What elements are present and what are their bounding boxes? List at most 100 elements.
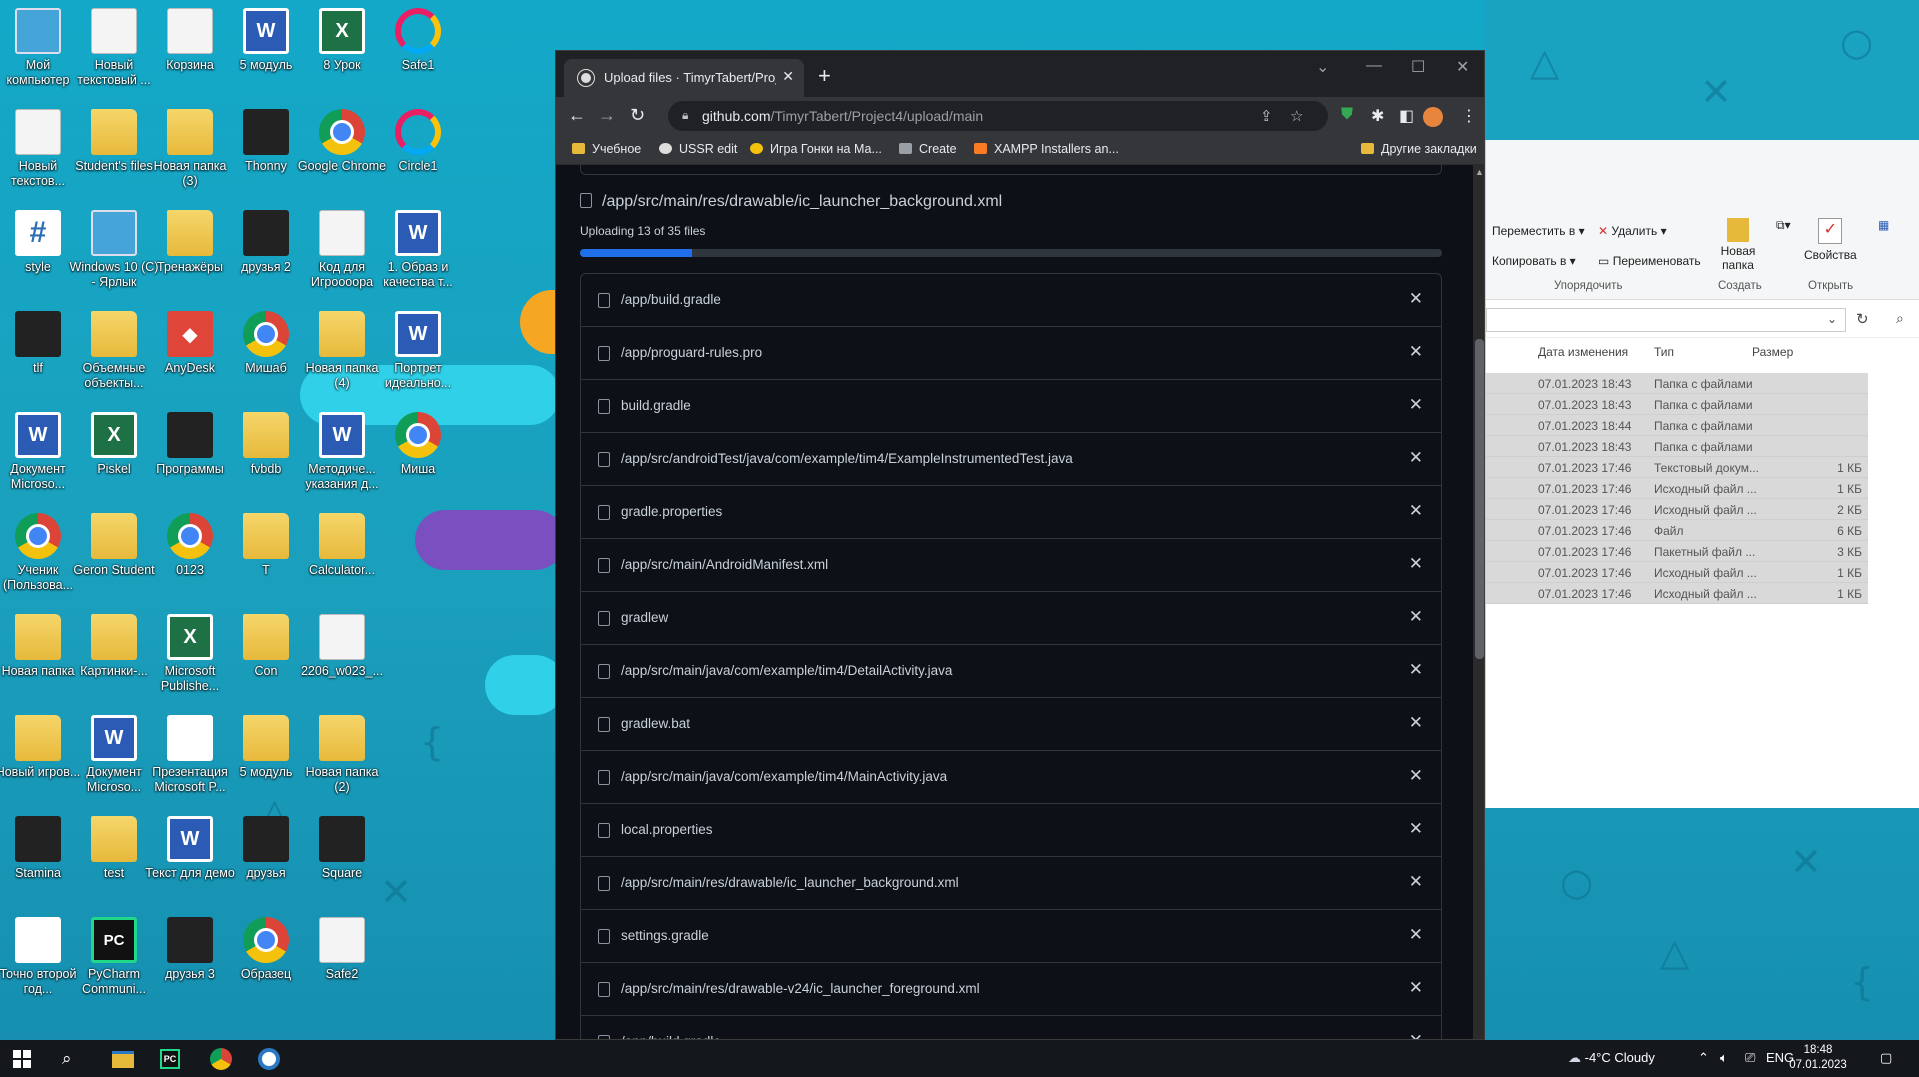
explorer-file-row[interactable]: 07.01.2023 18:43 Папка с файлами: [1486, 436, 1868, 457]
scrollbar-thumb[interactable]: [1475, 339, 1484, 659]
address-bar[interactable]: 🔒︎ github.com/TimyrTabert/Project4/uploa…: [668, 101, 1328, 131]
open-icon[interactable]: ▦: [1878, 218, 1889, 232]
remove-file-icon[interactable]: ✕: [1409, 554, 1423, 574]
explorer-file-row[interactable]: 07.01.2023 17:46 Текстовый докум... 1 КБ: [1486, 457, 1868, 478]
explorer-file-row[interactable]: 07.01.2023 18:43 Папка с файлами: [1486, 373, 1868, 394]
explorer-file-row[interactable]: 07.01.2023 17:46 Пакетный файл ... 3 КБ: [1486, 541, 1868, 562]
remove-file-icon[interactable]: ✕: [1409, 448, 1423, 468]
forward-button[interactable]: →: [598, 105, 616, 126]
remove-file-icon[interactable]: ✕: [1409, 766, 1423, 786]
remove-file-icon[interactable]: ✕: [1409, 819, 1423, 839]
minimize-button[interactable]: —: [1366, 57, 1382, 75]
desktop-icon[interactable]: Circle1: [372, 103, 464, 203]
remove-file-icon[interactable]: ✕: [1409, 342, 1423, 362]
remove-file-icon[interactable]: ✕: [1409, 978, 1423, 998]
explorer-file-row[interactable]: 07.01.2023 17:46 Исходный файл ... 2 КБ: [1486, 499, 1868, 520]
explorer-file-row[interactable]: 07.01.2023 17:46 Файл 6 КБ: [1486, 520, 1868, 541]
explorer-cell-type: Исходный файл ...: [1654, 503, 1757, 517]
scroll-up-arrow[interactable]: ▲: [1475, 167, 1484, 177]
desktop-icon[interactable]: Square: [296, 810, 388, 910]
pycharm-taskbar-icon[interactable]: PC: [160, 1047, 180, 1071]
properties-button[interactable]: ✓ Свойства: [1804, 218, 1857, 262]
column-header-date[interactable]: Дата изменения: [1538, 345, 1628, 359]
bookmark-ussr-edit[interactable]: USSR edit: [659, 142, 737, 156]
copy-to-button[interactable]: Копировать в ▾: [1492, 254, 1576, 268]
remove-file-icon[interactable]: ✕: [1409, 289, 1423, 309]
volume-icon[interactable]: 🔈︎: [1720, 1050, 1728, 1066]
desktop-icon[interactable]: Новая папка (2): [296, 709, 388, 809]
notifications-icon[interactable]: ▢: [1880, 1050, 1892, 1066]
remove-file-icon[interactable]: ✕: [1409, 872, 1423, 892]
search-icon[interactable]: ⌕: [62, 1047, 72, 1071]
desktop-icon[interactable]: 2206_w023_...: [296, 608, 388, 708]
desktop-icon-label: Safe1: [401, 58, 435, 72]
delete-button[interactable]: ✕ Удалить ▾: [1598, 224, 1667, 238]
desktop-icon[interactable]: Safe1: [372, 2, 464, 102]
new-folder-button[interactable]: Новая папка: [1718, 218, 1758, 272]
page-scrollbar[interactable]: ▲: [1473, 165, 1484, 1039]
show-hidden-icons[interactable]: ⌃: [1698, 1050, 1709, 1066]
search-icon[interactable]: ⌕: [1896, 310, 1904, 327]
remove-file-icon[interactable]: ✕: [1409, 607, 1423, 627]
shield-extension-icon[interactable]: ⛊: [1341, 106, 1353, 124]
extensions-icon[interactable]: ✱: [1371, 106, 1384, 126]
tab-upload-files[interactable]: Upload files · TimyrTabert/Project4 ✕: [564, 59, 804, 97]
weather-widget[interactable]: ☁ -4°C Cloudy: [1568, 1050, 1655, 1066]
explorer-file-row[interactable]: 07.01.2023 18:44 Папка с файлами: [1486, 415, 1868, 436]
move-to-button[interactable]: Переместить в ▾: [1492, 224, 1585, 238]
desktop-icon[interactable]: Миша: [372, 406, 464, 506]
remove-file-icon[interactable]: ✕: [1409, 395, 1423, 415]
tab-search-icon[interactable]: ⌄: [1316, 57, 1329, 77]
file-icon: [598, 770, 610, 785]
menu-icon[interactable]: ⋮: [1461, 106, 1477, 126]
chrome-taskbar-icon[interactable]: [210, 1047, 232, 1071]
browser-window[interactable]: Upload files · TimyrTabert/Project4 ✕ + …: [555, 50, 1485, 1040]
bookmark-uchebnoe[interactable]: Учебное: [572, 142, 641, 156]
start-button[interactable]: [13, 1047, 31, 1071]
app-taskbar-icon[interactable]: [258, 1047, 280, 1071]
new-item-icon[interactable]: ⧉▾: [1776, 218, 1791, 233]
lock-icon[interactable]: 🔒︎: [682, 108, 688, 123]
bookmark-create[interactable]: Create: [899, 142, 957, 156]
network-icon[interactable]: ⎚: [1745, 1050, 1755, 1066]
upload-status-text: Uploading 13 of 35 files: [580, 224, 706, 238]
chevron-down-icon[interactable]: ⌄: [1827, 312, 1837, 326]
close-tab-icon[interactable]: ✕: [782, 68, 794, 85]
bookmark-race-game[interactable]: Игра Гонки на Ма...: [750, 142, 882, 156]
desktop-icon-label: Новая папка (2): [305, 765, 379, 794]
desktop-icon[interactable]: Safe2: [296, 911, 388, 1011]
desktop-icon-image: [91, 8, 137, 54]
share-icon[interactable]: ⇪: [1260, 107, 1273, 125]
bookmark-xampp[interactable]: XAMPP Installers an...: [974, 142, 1119, 156]
desktop-icon[interactable]: W Портрет идеально...: [372, 305, 464, 405]
maximize-button[interactable]: ☐: [1411, 57, 1425, 77]
explorer-path-field[interactable]: ⌄: [1486, 308, 1846, 332]
remove-file-icon[interactable]: ✕: [1409, 501, 1423, 521]
refresh-icon[interactable]: ↻: [1856, 310, 1869, 328]
remove-file-icon[interactable]: ✕: [1409, 713, 1423, 733]
column-header-type[interactable]: Тип: [1654, 345, 1674, 359]
clock[interactable]: 18:48 07.01.2023: [1788, 1043, 1848, 1073]
profile-avatar[interactable]: [1423, 107, 1443, 127]
bookmark-star-icon[interactable]: ☆: [1290, 107, 1303, 125]
explorer-file-row[interactable]: 07.01.2023 17:46 Исходный файл ... 1 КБ: [1486, 583, 1868, 604]
remove-file-icon[interactable]: ✕: [1409, 660, 1423, 680]
desktop-icon[interactable]: W 1. Образ и качества т...: [372, 204, 464, 304]
explorer-file-row[interactable]: 07.01.2023 18:43 Папка с файлами: [1486, 394, 1868, 415]
new-tab-button[interactable]: +: [818, 63, 831, 89]
close-window-button[interactable]: ✕: [1456, 57, 1469, 77]
column-header-size[interactable]: Размер: [1752, 345, 1793, 359]
side-panel-icon[interactable]: ◧: [1399, 106, 1414, 126]
remove-file-icon[interactable]: ✕: [1409, 1031, 1423, 1039]
explorer-file-row[interactable]: 07.01.2023 17:46 Исходный файл ... 1 КБ: [1486, 562, 1868, 583]
desktop-icon[interactable]: Calculator...: [296, 507, 388, 607]
explorer-file-row[interactable]: 07.01.2023 17:46 Исходный файл ... 1 КБ: [1486, 478, 1868, 499]
rename-button[interactable]: ▭ Переименовать: [1598, 254, 1701, 268]
reload-button[interactable]: ↻: [630, 105, 645, 126]
back-button[interactable]: ←: [568, 105, 586, 126]
file-explorer-taskbar-icon[interactable]: [112, 1047, 134, 1071]
remove-file-icon[interactable]: ✕: [1409, 925, 1423, 945]
url-text[interactable]: github.com/TimyrTabert/Project4/upload/m…: [702, 108, 983, 124]
bookmark-other-folder[interactable]: Другие закладки: [1361, 142, 1477, 156]
file-explorer-window[interactable]: Переместить в ▾ Копировать в ▾ ✕ Удалить…: [1485, 140, 1919, 808]
